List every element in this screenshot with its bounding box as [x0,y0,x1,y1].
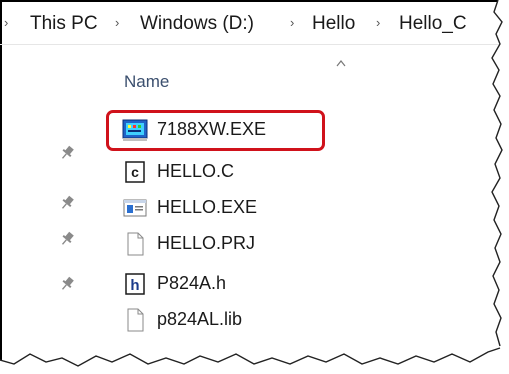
h-header-file-icon: h [125,273,145,295]
file-row-p824al-lib[interactable]: p824AL.lib [122,306,342,336]
breadcrumb-separator[interactable]: › [115,15,119,30]
blank-file-icon [127,232,144,256]
pin-icon[interactable] [60,195,74,211]
breadcrumb-this-pc[interactable]: This PC [30,13,98,35]
pin-icon[interactable] [60,276,74,292]
file-name: HELLO.EXE [157,197,258,217]
breadcrumb-hello-c[interactable]: Hello_C [399,13,467,35]
breadcrumb-hello[interactable]: Hello [312,13,355,35]
breadcrumb-separator[interactable]: › [376,15,380,30]
c-source-file-icon: c [125,161,145,183]
column-header-label: Name [124,72,170,91]
file-name: HELLO.PRJ [157,233,256,253]
file-name: P824A.h [157,273,227,293]
blank-file-icon [127,308,144,332]
breadcrumb-separator[interactable]: › [290,15,294,30]
address-bar[interactable]: › This PC › Windows (D:) › Hello › Hello… [0,0,509,45]
pin-icon[interactable] [60,145,74,161]
breadcrumb-separator: › [4,15,9,30]
file-row-hello-c[interactable]: c HELLO.C [122,158,342,188]
file-row-hello-prj[interactable]: HELLO.PRJ [122,230,342,260]
torn-edge-bottom [0,344,509,374]
exe-window-icon [123,199,147,217]
sort-ascending-icon [336,60,346,67]
breadcrumb-windows-d[interactable]: Windows (D:) [140,13,254,35]
file-row-p824a-h[interactable]: h P824A.h [122,270,342,300]
pin-icon[interactable] [60,231,74,247]
svg-text:h: h [130,277,139,294]
frame-left-edge [0,0,2,374]
file-name: p824AL.lib [157,309,243,329]
torn-edge-right [491,0,509,374]
highlight-annotation-box [106,110,325,151]
file-row-hello-exe[interactable]: HELLO.EXE [122,194,342,224]
svg-text:c: c [131,164,139,180]
file-name: HELLO.C [157,161,235,181]
